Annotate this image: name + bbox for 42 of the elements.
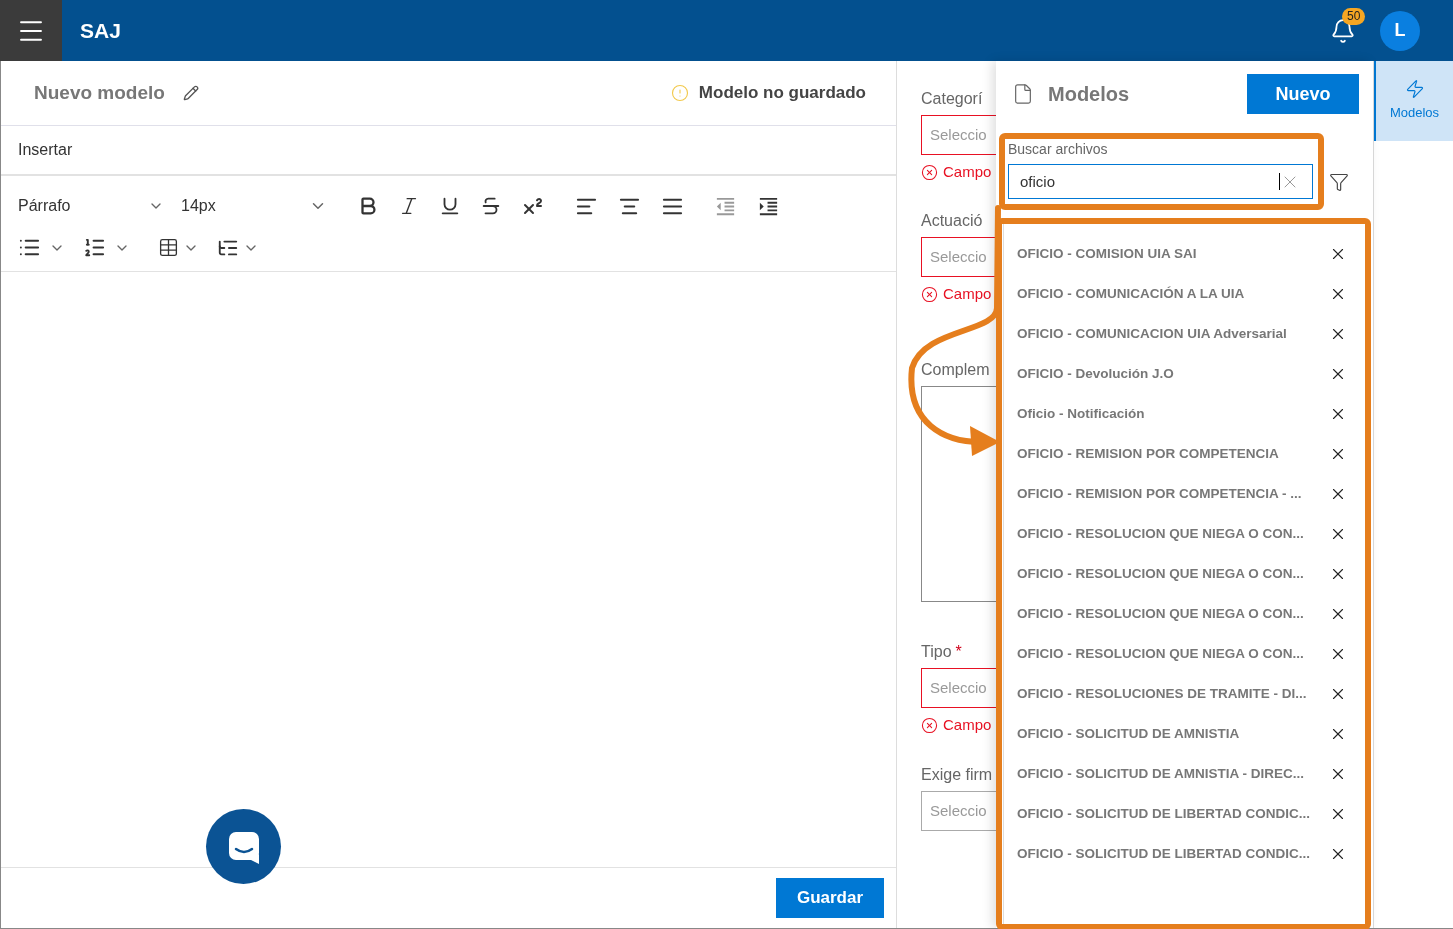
model-item[interactable]: OFICIO - COMISION UIA SAI [1017,243,1329,265]
error-message: Campo [943,161,992,182]
model-item[interactable]: OFICIO - RESOLUCION QUE NIEGA O CON... [1017,643,1329,665]
new-button[interactable]: Nuevo [1247,74,1359,114]
search-field[interactable]: oficio [1008,164,1313,199]
font-size-dropdown[interactable]: 14px [181,194,327,218]
error-message: Campo [943,283,992,304]
select-field[interactable]: Seleccio [921,668,996,708]
model-item[interactable]: OFICIO - COMUNICACIÓN A LA UIA [1017,283,1329,305]
field-label: Complem [921,360,990,380]
error-message: Campo [943,714,992,735]
field-label: Exige firm [921,765,993,785]
required-mark: * [955,642,962,662]
model-item[interactable]: OFICIO - RESOLUCION QUE NIEGA O CON... [1017,563,1329,585]
user-avatar[interactable]: L [1380,10,1420,51]
app-title: SAJ [80,17,121,44]
model-item[interactable]: Oficio - Notificación [1017,403,1329,425]
notification-badge: 50 [1342,7,1366,25]
select-field[interactable]: Seleccio [921,791,996,831]
model-item[interactable]: OFICIO - REMISION POR COMPETENCIA - ... [1017,483,1329,505]
model-item[interactable]: OFICIO - SOLICITUD DE AMNISTIA [1017,723,1329,745]
model-item[interactable]: OFICIO - SOLICITUD DE AMNISTIA - DIREC... [1017,763,1329,785]
model-item[interactable]: OFICIO - Devolución J.O [1017,363,1329,385]
field-label: Tipo [921,642,952,662]
model-item[interactable]: OFICIO - SOLICITUD DE LIBERTAD CONDIC... [1017,843,1329,865]
model-item[interactable]: OFICIO - COMUNICACION UIA Adversarial [1017,323,1329,345]
model-item[interactable]: OFICIO - REMISION POR COMPETENCIA [1017,443,1329,465]
menu-item[interactable]: Insertar [18,138,73,162]
field-label: Actuació [921,211,983,231]
select-field[interactable]: Seleccio [921,237,996,277]
model-item[interactable]: OFICIO - RESOLUCION QUE NIEGA O CON... [1017,523,1329,545]
search-label: Buscar archivos [1008,141,1108,157]
document-title: Nuevo modelo [34,80,165,105]
model-item[interactable]: OFICIO - RESOLUCION QUE NIEGA O CON... [1017,603,1329,625]
save-status: Modelo no guardado [698,82,866,105]
paragraph-dropdown[interactable]: Párrafo [18,194,164,218]
model-item[interactable]: OFICIO - RESOLUCIONES DE TRAMITE - DI... [1017,683,1329,705]
save-button[interactable]: Guardar [776,878,884,918]
model-item[interactable]: OFICIO - SOLICITUD DE LIBERTAD CONDIC... [1017,803,1329,825]
panel-title: Modelos [1048,82,1130,107]
field-label: Categorí [921,89,983,109]
rail-tab[interactable]: Modelos [1374,61,1453,141]
